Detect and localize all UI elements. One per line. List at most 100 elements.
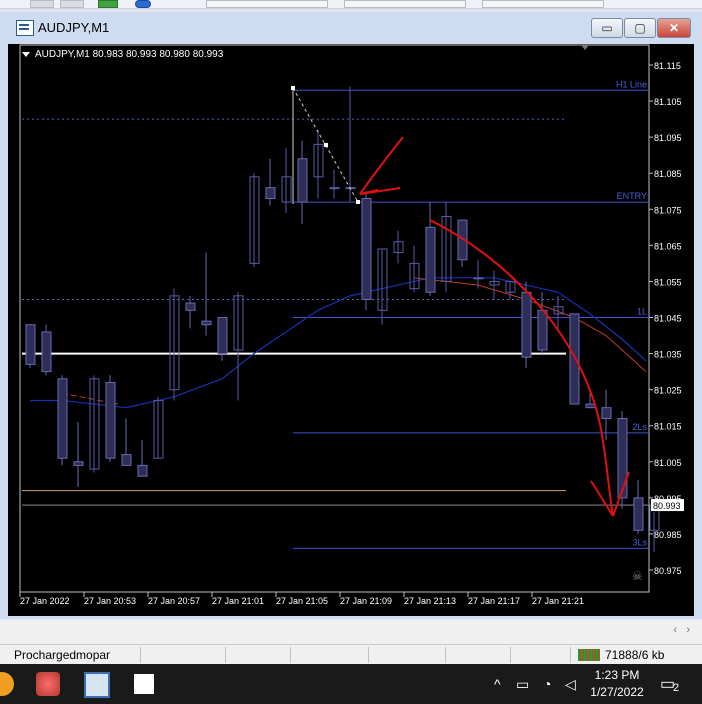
- status-divider: [445, 647, 446, 663]
- window-titlebar[interactable]: AUDJPY,M1 ▭ ▢ ✕: [0, 12, 702, 44]
- top-toolbar-strip: [0, 0, 702, 9]
- globe-icon[interactable]: [135, 0, 151, 8]
- app-icon[interactable]: [134, 674, 154, 694]
- time-tick-label: 27 Jan 21:01: [212, 596, 264, 606]
- status-divider: [140, 647, 141, 663]
- app-icon[interactable]: [36, 672, 60, 696]
- time-tick-label: 27 Jan 21:21: [532, 596, 584, 606]
- price-tick-label: 81.025: [654, 386, 682, 396]
- candle-body: [473, 277, 484, 280]
- price-tick-label: 81.055: [654, 277, 682, 287]
- candle-body: [329, 187, 340, 190]
- time-tick-label: 27 Jan 20:53: [84, 596, 136, 606]
- time-tick-label: 27 Jan 2022: [20, 596, 70, 606]
- minimize-button[interactable]: ▭: [591, 18, 623, 38]
- candle-body: [521, 291, 532, 358]
- level-label: 3Ls: [632, 537, 647, 547]
- time-tick-label: 27 Jan 21:09: [340, 596, 392, 606]
- candle-body: [617, 418, 628, 499]
- add-icon[interactable]: [98, 0, 118, 8]
- scroll-arrows-icon[interactable]: ‹ ›: [674, 624, 691, 636]
- metatrader-icon[interactable]: [84, 672, 110, 698]
- candle-body: [601, 407, 612, 419]
- chart-area[interactable]: H1 Line ENTRY 1L 2Ls 3Ls 81.115 81.105 81.095 8…: [8, 44, 694, 616]
- close-button[interactable]: ✕: [657, 18, 691, 38]
- volume-icon[interactable]: ◁: [565, 676, 576, 693]
- candle-body: [105, 381, 116, 459]
- time-tick-label: 27 Jan 21:05: [276, 596, 328, 606]
- wifi-icon[interactable]: ◔: [543, 676, 551, 692]
- candle-body: [73, 461, 84, 466]
- level-label: H1 Line: [616, 79, 647, 89]
- trendline-handle[interactable]: [291, 86, 295, 90]
- taskbar: ^ ▭ ◔ ◁ 1:23 PM 1/27/2022 ▭ 2: [0, 664, 702, 704]
- level-label: 1L: [637, 307, 647, 317]
- app-icon[interactable]: [0, 672, 14, 696]
- candle-body: [137, 464, 148, 477]
- candle-body: [265, 187, 276, 199]
- chevron-up-icon[interactable]: ^: [494, 676, 501, 692]
- battery-icon[interactable]: ▭: [516, 676, 529, 693]
- status-divider: [225, 647, 226, 663]
- chart-window: AUDJPY,M1 ▭ ▢ ✕ H1 Line ENTRY 1L 2Ls 3Ls 81.…: [0, 12, 702, 619]
- time-tick-label: 27 Jan 20:57: [148, 596, 200, 606]
- clock-time: 1:23 PM: [594, 668, 640, 682]
- status-divider: [570, 647, 571, 663]
- clock-date: 1/27/2022: [590, 685, 644, 699]
- toolbar-button[interactable]: [60, 0, 84, 8]
- candle-body: [201, 320, 212, 326]
- price-tick-label: 81.005: [654, 458, 682, 468]
- skull-icon: ☠: [632, 569, 643, 583]
- time-tick-label: 27 Jan 21:17: [468, 596, 520, 606]
- price-tick-label: 81.045: [654, 314, 682, 324]
- red-curve-annotation: [429, 219, 614, 517]
- price-tick-label: 81.095: [654, 133, 682, 143]
- connection-status: 71888/6 kb: [605, 648, 665, 662]
- level-label: ENTRY: [617, 191, 647, 201]
- window-title: AUDJPY,M1: [38, 20, 110, 35]
- chart-menu-triangle-icon[interactable]: [22, 52, 30, 57]
- level-label: 2Ls: [632, 422, 647, 432]
- connection-bars-icon: [578, 649, 600, 661]
- status-divider: [510, 647, 511, 663]
- price-tick-label: 81.115: [654, 61, 681, 71]
- price-tick-label: 81.105: [654, 97, 682, 107]
- notification-count: 2: [673, 682, 680, 694]
- candle-body: [57, 378, 68, 459]
- price-tick-label: 81.015: [654, 422, 682, 432]
- price-tick-label: 81.085: [654, 169, 682, 179]
- chart-window-icon: [16, 20, 34, 36]
- candle-body: [121, 454, 132, 466]
- time-tick-label: 27 Jan 21:13: [404, 596, 456, 606]
- candle-body: [361, 197, 372, 300]
- status-bar: Prochargedmopar 71888/6 kb: [0, 644, 702, 665]
- candle-body: [217, 317, 228, 355]
- price-tick-label: 81.065: [654, 241, 682, 251]
- candle-body: [585, 403, 596, 409]
- candle-body: [25, 324, 36, 365]
- trendline-handle[interactable]: [324, 143, 328, 147]
- price-tick-label: 81.075: [654, 205, 682, 215]
- candle-body: [537, 309, 548, 351]
- status-divider: [368, 647, 369, 663]
- candle-body: [185, 302, 196, 311]
- shift-marker-icon[interactable]: [581, 45, 589, 50]
- account-name: Prochargedmopar: [14, 648, 111, 662]
- toolbar-field[interactable]: [482, 0, 604, 8]
- trendline-handle[interactable]: [356, 200, 360, 204]
- red-arrow-head: [359, 187, 401, 195]
- toolbar-field[interactable]: [206, 0, 328, 8]
- chart-header: AUDJPY,M1 80.983 80.993 80.980 80.993: [35, 49, 224, 60]
- price-chart[interactable]: H1 Line ENTRY 1L 2Ls 3Ls 81.115 81.105 81.095 8…: [8, 44, 694, 616]
- clock[interactable]: 1:23 PM 1/27/2022: [582, 667, 652, 701]
- candle-body: [569, 313, 580, 405]
- maximize-button[interactable]: ▢: [624, 18, 656, 38]
- candle-body: [297, 158, 308, 203]
- candle-body: [425, 226, 436, 293]
- price-tick-label: 80.975: [654, 566, 682, 576]
- status-area: ‹ › Prochargedmopar 71888/6 kb: [0, 620, 702, 664]
- toolbar-field[interactable]: [344, 0, 466, 8]
- plot-border: [19, 44, 650, 593]
- toolbar-button[interactable]: [30, 0, 54, 8]
- red-arrow-annotation: [359, 136, 404, 195]
